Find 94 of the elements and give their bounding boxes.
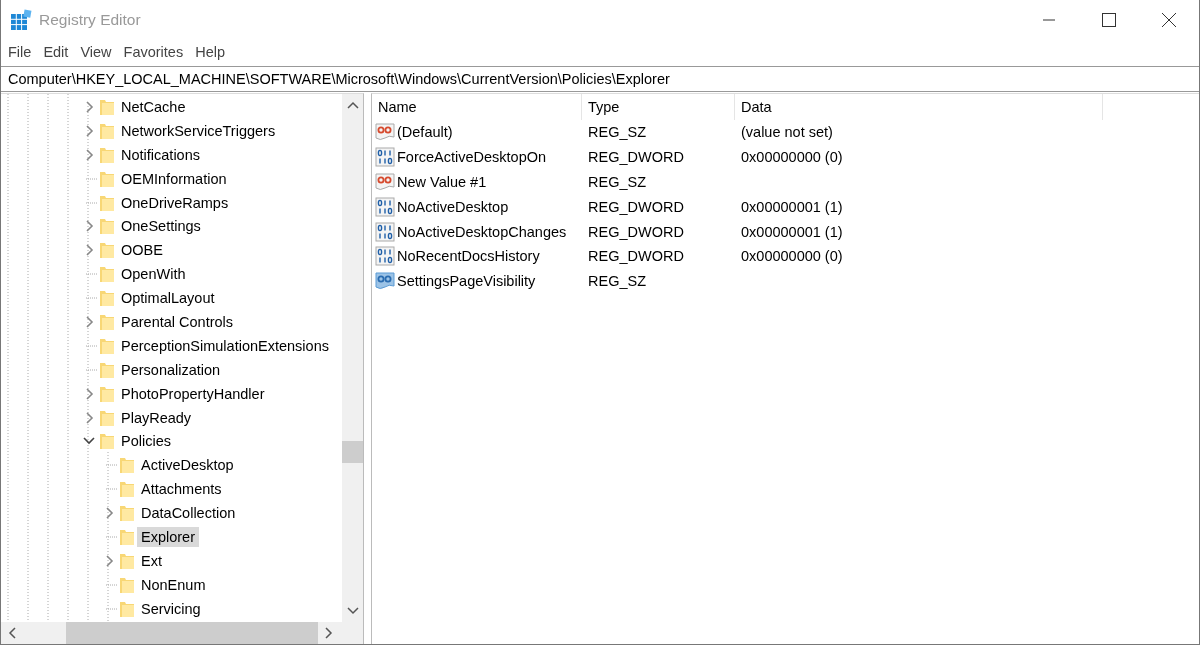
- folder-icon: [99, 145, 115, 164]
- address-field[interactable]: Computer\HKEY_LOCAL_MACHINE\SOFTWARE\Microsoft\Windows\CurrentVersion\Policies\Explorer: [1, 66, 1199, 92]
- tree-item[interactable]: NonEnum: [137, 574, 210, 595]
- column-header[interactable]: Type: [582, 94, 735, 120]
- folder-icon: [99, 289, 115, 308]
- maximize-icon: [1102, 13, 1116, 27]
- folder-icon: [99, 217, 115, 236]
- folder-icon: [99, 121, 115, 140]
- scroll-thumb[interactable]: [66, 622, 318, 644]
- tree-item[interactable]: PlayReady: [117, 407, 196, 428]
- tree-item[interactable]: Policies: [117, 431, 175, 452]
- folder-icon: [119, 575, 135, 594]
- folder-icon: [99, 336, 115, 355]
- tree-item[interactable]: Attachments: [137, 479, 226, 500]
- close-icon: [1162, 13, 1176, 27]
- scroll-down-icon[interactable]: [346, 604, 359, 616]
- scroll-left-icon[interactable]: [7, 627, 19, 639]
- tree-item[interactable]: OptimalLayout: [117, 288, 219, 309]
- folder-icon: [119, 551, 135, 570]
- tree-line: [105, 536, 118, 538]
- tree-line: [85, 202, 98, 203]
- value-type: REG_DWORD: [587, 149, 685, 166]
- menu-item[interactable]: View: [74, 44, 118, 60]
- menu-item[interactable]: Help: [189, 44, 231, 60]
- folder-icon: [99, 241, 115, 260]
- value-data: 0x00000001 (1): [740, 198, 844, 215]
- tree-item[interactable]: Explorer: [137, 526, 199, 547]
- window-title: Registry Editor: [39, 11, 142, 29]
- folder-icon: [119, 456, 135, 475]
- folder-icon: [99, 384, 115, 403]
- folder-icon: [99, 193, 115, 212]
- tree-item[interactable]: PhotoPropertyHandler: [117, 383, 269, 404]
- folder-icon: [99, 97, 115, 116]
- folder-icon: [99, 408, 115, 427]
- tree-line: [85, 178, 98, 180]
- folder-icon: [99, 265, 115, 284]
- tree-item[interactable]: OpenWith: [117, 264, 190, 285]
- tree-item[interactable]: Personalization: [117, 359, 225, 380]
- tree-item[interactable]: Ext: [137, 550, 166, 571]
- folder-icon: [119, 504, 135, 523]
- tree-item[interactable]: DataCollection: [137, 503, 240, 524]
- tree-line: [85, 345, 98, 347]
- folder-icon: [119, 527, 135, 546]
- value-data: 0x00000000 (0): [740, 149, 844, 166]
- menu-item[interactable]: File: [2, 44, 38, 60]
- value-name[interactable]: New Value #1: [397, 174, 487, 190]
- folder-icon: [99, 169, 115, 188]
- tree-line: [105, 584, 118, 586]
- value-data: 0x00000000 (0): [740, 248, 844, 265]
- tree-line: [105, 608, 118, 610]
- value-type: REG_DWORD: [587, 198, 685, 215]
- tree-item[interactable]: NetCache: [117, 96, 190, 117]
- value-data: (value not set): [740, 124, 834, 141]
- registry-cubes-icon: [10, 9, 32, 31]
- tree-item[interactable]: Parental Controls: [117, 311, 238, 332]
- tree-line: [105, 488, 118, 490]
- value-name[interactable]: (Default): [397, 124, 453, 141]
- tree-line: [105, 464, 118, 466]
- scroll-thumb[interactable]: [342, 441, 363, 463]
- tree-item[interactable]: PerceptionSimulationExtensions: [117, 335, 333, 356]
- value-name[interactable]: NoRecentDocsHistory: [397, 248, 540, 265]
- tree-item[interactable]: NetworkServiceTriggers: [117, 120, 280, 141]
- value-name[interactable]: NoActiveDesktopChanges: [397, 223, 567, 240]
- tree-item[interactable]: ActiveDesktop: [137, 455, 238, 476]
- tree-item[interactable]: OEMInformation: [117, 168, 231, 189]
- value-type: REG_DWORD: [587, 223, 685, 240]
- tree-line: [85, 297, 98, 299]
- folder-icon: [119, 599, 135, 618]
- value-type: REG_SZ: [587, 273, 647, 290]
- menu-item[interactable]: Favorites: [117, 44, 190, 60]
- tree-line: [85, 369, 98, 371]
- tree-item[interactable]: OneDriveRamps: [117, 192, 233, 213]
- horizontal-scrollbar[interactable]: [1, 622, 342, 644]
- tree-item[interactable]: Servicing: [137, 598, 205, 619]
- tree-item[interactable]: OneSettings: [117, 216, 205, 237]
- value-name[interactable]: SettingsPageVisibility: [397, 273, 536, 290]
- vertical-scrollbar[interactable]: [342, 94, 363, 622]
- scroll-right-icon[interactable]: [322, 627, 334, 639]
- tree-item[interactable]: Notifications: [117, 144, 204, 165]
- value-name[interactable]: ForceActiveDesktopOn: [397, 149, 547, 166]
- folder-icon: [99, 432, 115, 451]
- value-type: REG_DWORD: [587, 248, 685, 265]
- value-type: REG_SZ: [587, 174, 647, 190]
- folder-icon: [99, 312, 115, 331]
- tree-line: [85, 273, 98, 275]
- column-header[interactable]: Name: [372, 94, 582, 120]
- value-name[interactable]: NoActiveDesktop: [397, 198, 509, 215]
- value-type: REG_SZ: [587, 124, 647, 141]
- folder-icon: [119, 480, 135, 499]
- tree-item[interactable]: OOBE: [117, 240, 167, 261]
- column-header[interactable]: Data: [735, 94, 1103, 120]
- value-data: 0x00000001 (1): [740, 223, 844, 240]
- menu-item[interactable]: Edit: [37, 44, 75, 60]
- folder-icon: [99, 360, 115, 379]
